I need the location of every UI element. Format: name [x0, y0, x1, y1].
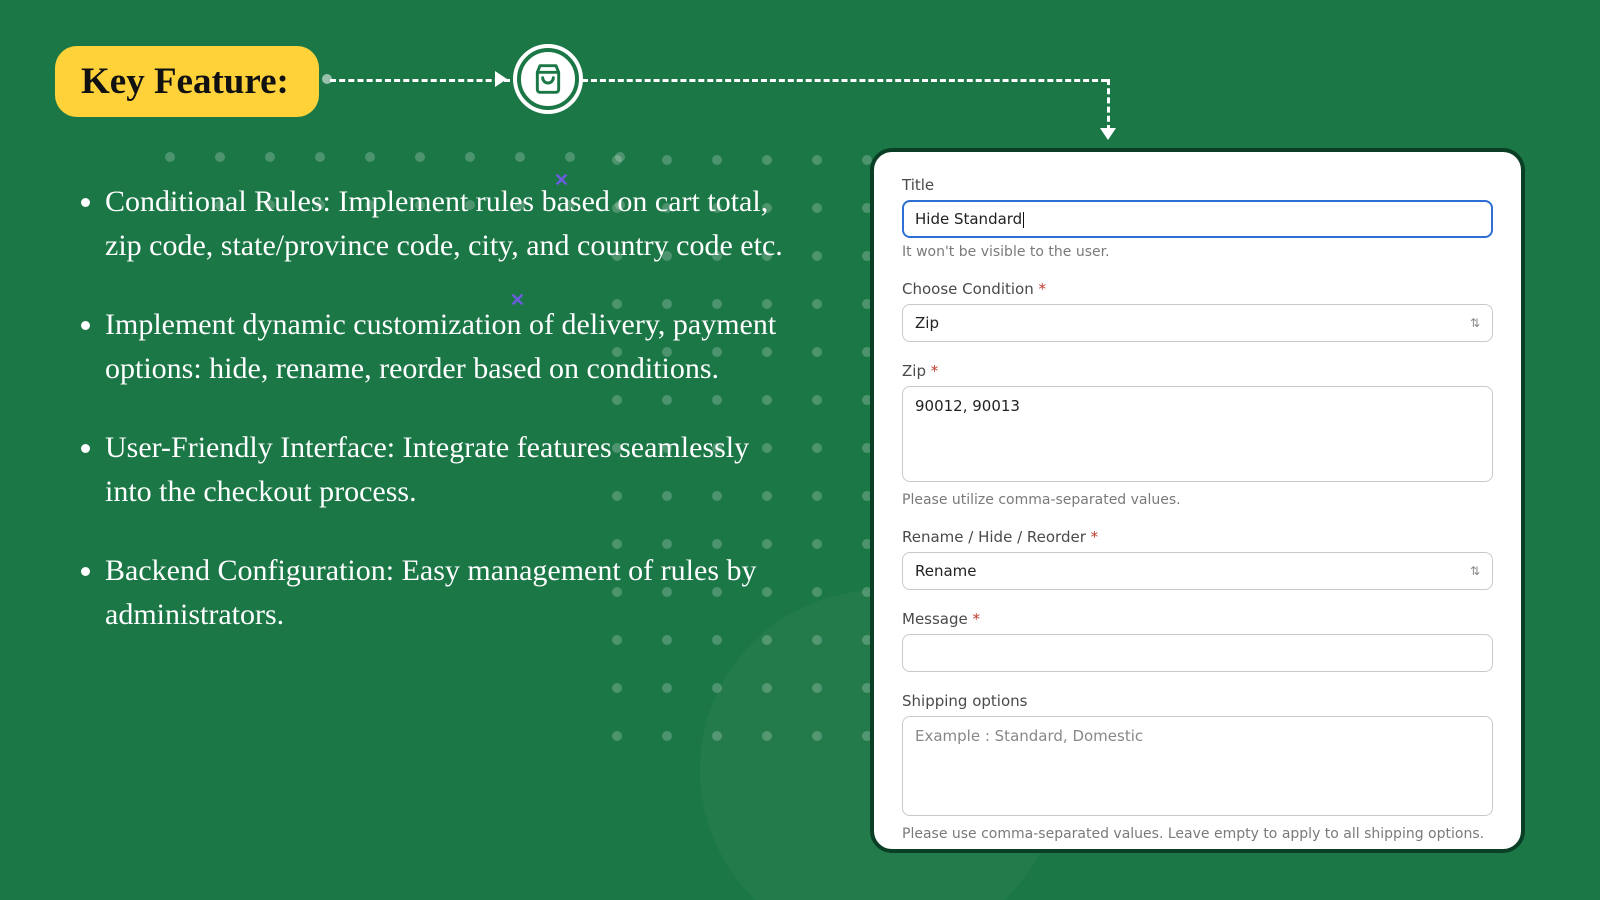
shipping-label: Shipping options [902, 692, 1493, 710]
action-label: Rename / Hide / Reorder * [902, 528, 1493, 546]
zip-textarea[interactable] [902, 386, 1493, 482]
list-item: Conditional Rules: Implement rules based… [105, 180, 795, 267]
decor-path [582, 79, 1107, 82]
message-input[interactable] [902, 634, 1493, 672]
arrow-right-icon [495, 71, 507, 87]
shipping-help: Please use comma-separated values. Leave… [902, 826, 1493, 842]
chevron-updown-icon: ⇅ [1470, 565, 1480, 577]
condition-label: Choose Condition * [902, 280, 1493, 298]
zip-help: Please utilize comma-separated values. [902, 492, 1493, 508]
title-input[interactable]: Hide Standard [902, 200, 1493, 238]
condition-value: Zip [915, 314, 939, 332]
action-select[interactable]: Rename ⇅ [902, 552, 1493, 590]
decor-path [1107, 79, 1110, 131]
text-cursor [1023, 212, 1024, 228]
decor-path [330, 79, 510, 82]
rule-form-card: Title Hide Standard It won't be visible … [870, 148, 1525, 853]
list-item: User-Friendly Interface: Integrate featu… [105, 426, 795, 513]
list-item: Implement dynamic customization of deliv… [105, 303, 795, 390]
shopping-bag-icon [517, 48, 579, 110]
action-value: Rename [915, 562, 977, 580]
message-label: Message * [902, 610, 1493, 628]
title-label: Title [902, 176, 1493, 194]
chevron-updown-icon: ⇅ [1470, 317, 1480, 329]
title-value: Hide Standard [915, 210, 1022, 228]
zip-label: Zip * [902, 362, 1493, 380]
list-item: Backend Configuration: Easy management o… [105, 549, 795, 636]
headline-tag: Key Feature: [55, 46, 319, 117]
arrow-down-icon [1100, 128, 1116, 140]
feature-list: Conditional Rules: Implement rules based… [75, 180, 795, 672]
condition-select[interactable]: Zip ⇅ [902, 304, 1493, 342]
shipping-textarea[interactable] [902, 716, 1493, 816]
title-help: It won't be visible to the user. [902, 244, 1493, 260]
